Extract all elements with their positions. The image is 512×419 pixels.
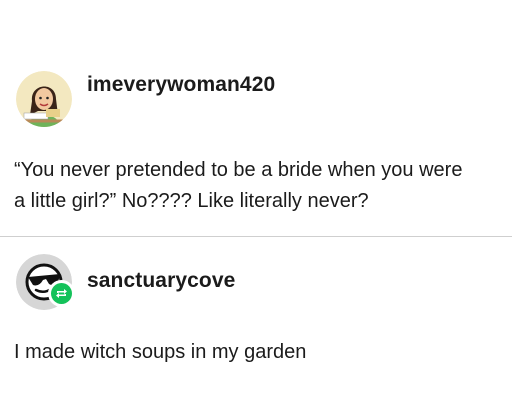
post-username[interactable]: imeverywoman420 xyxy=(87,73,275,97)
post-sanctuarycove: sanctuarycove I made witch soups in my g… xyxy=(0,237,512,419)
post-text-line: I made witch soups in my garden xyxy=(14,341,307,363)
post-username[interactable]: sanctuarycove xyxy=(87,269,235,293)
post-body: “You never pretended to be a bride when … xyxy=(14,155,504,217)
post-imeverywoman420: imeverywoman420 “You never pretended to … xyxy=(0,0,512,236)
reblog-icon xyxy=(51,283,72,304)
post-text-line: a little girl?” No???? Like literally ne… xyxy=(14,190,369,212)
post-body: I made witch soups in my garden xyxy=(14,337,504,368)
reblog-badge xyxy=(48,280,75,307)
cartoon-woman-avatar-icon[interactable] xyxy=(16,71,72,127)
post-text-line: “You never pretended to be a bride when … xyxy=(14,159,463,181)
